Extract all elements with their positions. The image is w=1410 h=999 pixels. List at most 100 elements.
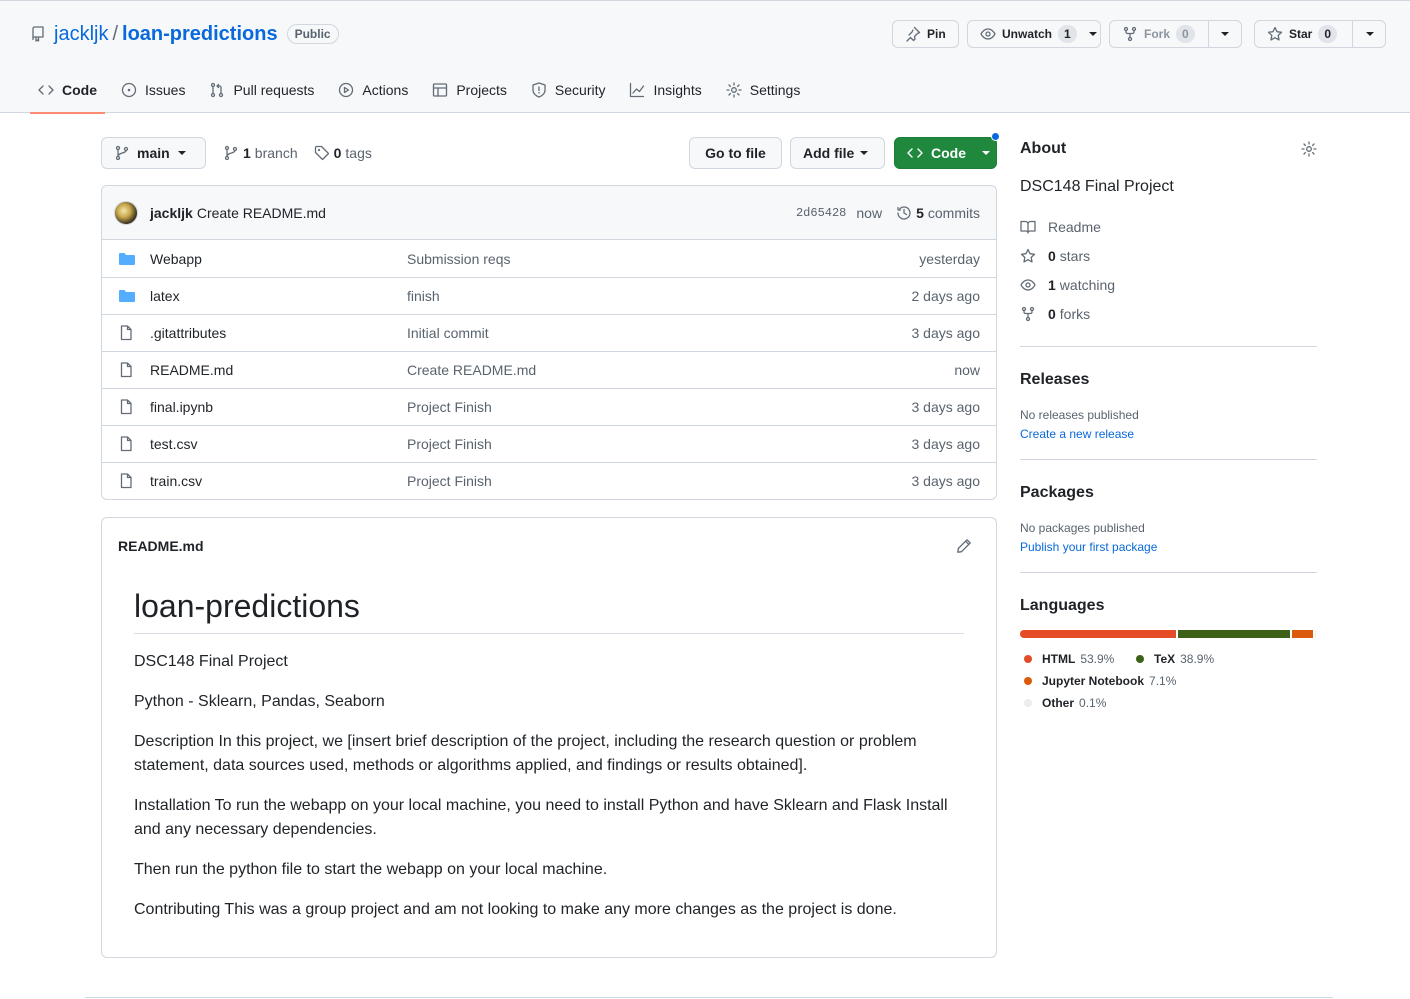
tab-label: Issues bbox=[145, 82, 186, 98]
commit-time: now bbox=[856, 205, 883, 221]
repo-name-link[interactable]: loan-predictions bbox=[122, 23, 278, 46]
file-age: 3 days ago bbox=[911, 473, 981, 489]
fork-button[interactable]: Fork 0 bbox=[1109, 20, 1242, 48]
path-separator: / bbox=[112, 22, 119, 45]
file-row[interactable]: train.csv Project Finish 3 days ago bbox=[102, 462, 996, 499]
unwatch-button[interactable]: Unwatch 1 bbox=[967, 20, 1101, 48]
watching-label: watching bbox=[1059, 276, 1116, 293]
file-name[interactable]: README.md bbox=[150, 362, 407, 378]
language-item[interactable]: Jupyter Notebook 7.1% bbox=[1020, 670, 1192, 692]
file-name[interactable]: .gitattributes bbox=[150, 325, 407, 341]
file-icon bbox=[118, 436, 136, 452]
forks-label: forks bbox=[1059, 305, 1091, 322]
packages-title[interactable]: Packages bbox=[1020, 484, 1317, 502]
fork-icon bbox=[1122, 26, 1138, 42]
releases-title[interactable]: Releases bbox=[1020, 371, 1317, 389]
pencil-icon[interactable] bbox=[956, 538, 972, 554]
language-item[interactable]: TeX 38.9% bbox=[1132, 648, 1282, 670]
tab-actions[interactable]: Actions bbox=[330, 73, 416, 107]
tab-projects[interactable]: Projects bbox=[424, 73, 515, 107]
pin-icon bbox=[905, 26, 921, 42]
branch-icon bbox=[114, 145, 130, 161]
releases-empty-text: No releases published bbox=[1020, 408, 1139, 422]
file-commit-message[interactable]: Initial commit bbox=[407, 325, 489, 341]
gear-icon[interactable] bbox=[1301, 141, 1317, 157]
chevron-down-icon[interactable] bbox=[1366, 32, 1374, 36]
file-name[interactable]: final.ipynb bbox=[150, 399, 407, 415]
file-row[interactable]: .gitattributes Initial commit 3 days ago bbox=[102, 314, 996, 351]
divider bbox=[1352, 21, 1353, 47]
file-age: 3 days ago bbox=[911, 436, 981, 452]
publish-package-link[interactable]: Publish your first package bbox=[1020, 540, 1317, 554]
forks-link[interactable]: 0 forks bbox=[1020, 299, 1317, 328]
file-name[interactable]: latex bbox=[150, 288, 407, 304]
file-name[interactable]: train.csv bbox=[150, 473, 407, 489]
fork-label: Fork bbox=[1144, 27, 1171, 41]
chevron-down-icon bbox=[1088, 32, 1097, 36]
file-commit-message[interactable]: Create README.md bbox=[407, 362, 536, 378]
avatar[interactable] bbox=[114, 200, 138, 225]
language-bar bbox=[1020, 630, 1317, 638]
pull-request-icon bbox=[209, 82, 225, 98]
table-icon bbox=[432, 82, 448, 98]
file-row[interactable]: latex finish 2 days ago bbox=[102, 277, 996, 314]
file-commit-message[interactable]: finish bbox=[407, 288, 440, 304]
pin-button[interactable]: Pin bbox=[892, 20, 959, 48]
readme-link[interactable]: Readme bbox=[1020, 212, 1317, 241]
tab-pull-requests[interactable]: Pull requests bbox=[201, 73, 322, 107]
star-label: Star bbox=[1289, 27, 1313, 41]
file-commit-message[interactable]: Project Finish bbox=[407, 399, 492, 415]
tab-code[interactable]: Code bbox=[30, 73, 105, 114]
book-icon bbox=[1020, 219, 1048, 235]
stars-count: 0 bbox=[1048, 247, 1056, 264]
language-name: TeX bbox=[1154, 652, 1176, 666]
graph-icon bbox=[629, 82, 645, 98]
watchers-link[interactable]: 1 watching bbox=[1020, 270, 1317, 299]
chevron-down-icon[interactable] bbox=[1221, 32, 1229, 36]
history-icon bbox=[896, 205, 912, 221]
commit-sha[interactable]: 2d65428 bbox=[796, 206, 846, 220]
file-row[interactable]: final.ipynb Project Finish 3 days ago bbox=[102, 388, 996, 425]
add-file-button[interactable]: Add file bbox=[790, 137, 885, 169]
language-bar-segment bbox=[1177, 630, 1291, 638]
language-percent: 0.1% bbox=[1079, 696, 1107, 710]
branch-select-button[interactable]: main bbox=[101, 137, 206, 169]
readme-panel: README.md loan-predictions DSC148 Final … bbox=[101, 517, 997, 958]
eye-icon bbox=[1020, 277, 1048, 293]
file-row[interactable]: README.md Create README.md now bbox=[102, 351, 996, 388]
tab-issues[interactable]: Issues bbox=[113, 73, 193, 107]
star-button[interactable]: Star 0 bbox=[1254, 20, 1386, 48]
eye-icon bbox=[980, 26, 996, 42]
chevron-down-icon bbox=[177, 151, 186, 155]
commit-message[interactable]: Create README.md bbox=[197, 205, 326, 221]
stars-link[interactable]: 0 stars bbox=[1020, 241, 1317, 270]
file-name[interactable]: Webapp bbox=[150, 251, 407, 267]
file-name[interactable]: test.csv bbox=[150, 436, 407, 452]
branch-icon bbox=[223, 145, 239, 161]
file-navigation: main 1 branch 0 tags Go to file Add file… bbox=[101, 132, 1000, 169]
tab-insights[interactable]: Insights bbox=[621, 73, 709, 107]
folder-icon bbox=[118, 288, 136, 304]
commits-link[interactable]: 5 commits bbox=[896, 205, 980, 221]
file-icon bbox=[118, 325, 136, 341]
tab-security[interactable]: Security bbox=[523, 73, 614, 107]
language-item[interactable]: HTML 53.9% bbox=[1020, 648, 1132, 670]
language-item[interactable]: Other 0.1% bbox=[1020, 692, 1170, 714]
readme-content: loan-predictions DSC148 Final Project Py… bbox=[102, 588, 996, 922]
code-button[interactable]: Code bbox=[894, 132, 1000, 169]
branches-link[interactable]: 1 branch bbox=[223, 145, 298, 161]
file-commit-message[interactable]: Submission reqs bbox=[407, 251, 511, 267]
language-percent: 53.9% bbox=[1080, 652, 1115, 666]
create-release-link[interactable]: Create a new release bbox=[1020, 427, 1317, 441]
owner-link[interactable]: jackljk bbox=[54, 23, 108, 46]
tags-link[interactable]: 0 tags bbox=[314, 145, 372, 161]
file-row[interactable]: Webapp Submission reqs yesterday bbox=[102, 240, 996, 277]
tab-settings[interactable]: Settings bbox=[718, 73, 809, 107]
repo-header: jackljk / loan-predictions Public Pin Un… bbox=[0, 0, 1410, 114]
file-row[interactable]: test.csv Project Finish 3 days ago bbox=[102, 425, 996, 462]
about-title: About bbox=[1020, 140, 1067, 157]
file-commit-message[interactable]: Project Finish bbox=[407, 436, 492, 452]
file-commit-message[interactable]: Project Finish bbox=[407, 473, 492, 489]
go-to-file-button[interactable]: Go to file bbox=[689, 137, 782, 169]
commit-author[interactable]: jackljk bbox=[150, 205, 193, 221]
